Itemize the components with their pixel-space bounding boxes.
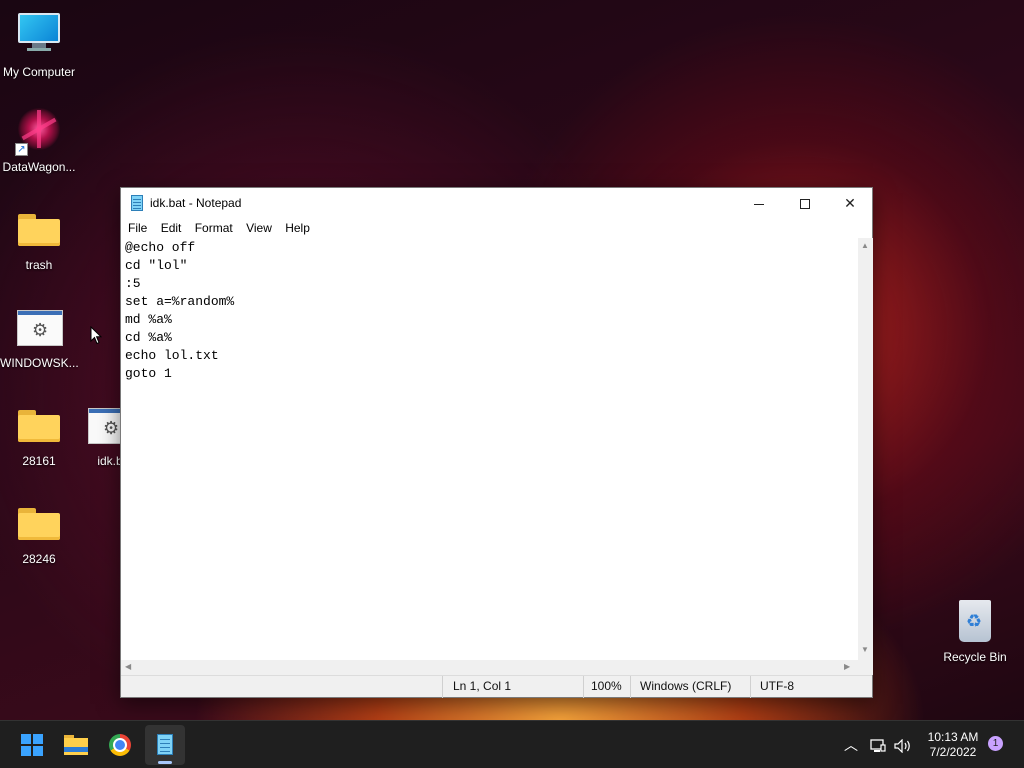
minimize-icon bbox=[754, 203, 764, 205]
title-bar[interactable]: idk.bat - Notepad ✕ bbox=[121, 188, 872, 218]
desktop-icon-folder-28246[interactable]: 28246 bbox=[0, 500, 78, 566]
chrome-icon bbox=[109, 734, 131, 756]
mouse-cursor-icon bbox=[90, 326, 102, 345]
chevron-up-icon: ︿ bbox=[844, 737, 858, 753]
scroll-left-icon[interactable]: ◀ bbox=[125, 662, 131, 672]
folder-icon bbox=[15, 500, 63, 548]
scroll-right-icon[interactable]: ▶ bbox=[844, 662, 850, 672]
horizontal-scrollbar[interactable]: ◀ ▶ bbox=[121, 660, 858, 675]
taskbar: ︿ 10:13 AM 7/2/2022 bbox=[0, 720, 1024, 768]
scrollbar-corner bbox=[858, 660, 873, 675]
desktop-icon-label: DataWagon... bbox=[2, 160, 76, 174]
desktop-icon-label: Recycle Bin bbox=[943, 650, 1007, 664]
notification-badge[interactable]: 1 bbox=[988, 736, 1003, 751]
scroll-down-icon[interactable]: ▼ bbox=[861, 645, 869, 655]
window-title: idk.bat - Notepad bbox=[150, 196, 242, 210]
minimize-button[interactable] bbox=[736, 188, 782, 218]
show-hidden-icons-button[interactable]: ︿ bbox=[840, 721, 862, 768]
desktop-icon-my-computer[interactable]: My Computer bbox=[0, 10, 78, 79]
desktop-icon-label: WINDOWSK... bbox=[0, 356, 78, 370]
menu-help[interactable]: Help bbox=[280, 218, 315, 235]
file-explorer-icon bbox=[64, 735, 88, 755]
volume-icon bbox=[894, 738, 910, 754]
desktop-icon-trash-folder[interactable]: trash bbox=[0, 206, 78, 272]
vertical-scrollbar[interactable]: ▲ ▼ bbox=[858, 238, 873, 660]
clock-date: 7/2/2022 bbox=[929, 745, 977, 759]
network-icon bbox=[870, 739, 886, 753]
desktop-icon-label: 28246 bbox=[22, 552, 56, 566]
start-button[interactable] bbox=[12, 725, 52, 765]
desktop-icon-label: 28161 bbox=[22, 454, 56, 468]
network-button[interactable] bbox=[867, 721, 889, 768]
status-line-ending: Windows (CRLF) bbox=[630, 676, 750, 698]
datawagon-app-icon: ↗ bbox=[15, 108, 63, 156]
notepad-icon bbox=[131, 195, 143, 211]
desktop-icon-label: trash bbox=[25, 258, 53, 272]
menu-format[interactable]: Format bbox=[190, 218, 238, 235]
maximize-button[interactable] bbox=[782, 188, 828, 218]
folder-icon bbox=[15, 206, 63, 254]
desktop-icon-windowsk[interactable]: ⚙ WINDOWSK... bbox=[0, 304, 78, 370]
active-indicator bbox=[158, 761, 172, 764]
chrome-button[interactable] bbox=[100, 725, 140, 765]
file-explorer-button[interactable] bbox=[56, 725, 96, 765]
status-zoom: 100% bbox=[583, 676, 630, 698]
maximize-icon bbox=[800, 199, 810, 210]
status-encoding: UTF-8 bbox=[750, 676, 872, 698]
recycle-bin-icon: ♻ bbox=[951, 598, 999, 646]
editor-content[interactable]: @echo off cd "lol" :5 set a=%random% md … bbox=[121, 238, 858, 384]
status-bar: Ln 1, Col 1 100% Windows (CRLF) UTF-8 bbox=[121, 675, 872, 698]
close-button[interactable]: ✕ bbox=[827, 188, 873, 218]
menu-file[interactable]: File bbox=[123, 218, 152, 235]
menu-bar: File Edit Format View Help bbox=[121, 218, 872, 238]
close-icon: ✕ bbox=[844, 195, 856, 211]
folder-icon bbox=[15, 402, 63, 450]
notepad-taskbar-button[interactable] bbox=[145, 725, 185, 765]
clock[interactable]: 10:13 AM 7/2/2022 bbox=[918, 730, 988, 760]
shortcut-arrow-icon: ↗ bbox=[15, 143, 28, 156]
batch-file-icon: ⚙ bbox=[15, 304, 63, 352]
status-cursor-position: Ln 1, Col 1 bbox=[442, 676, 583, 698]
text-editor-area[interactable]: @echo off cd "lol" :5 set a=%random% md … bbox=[121, 238, 858, 660]
menu-view[interactable]: View bbox=[241, 218, 277, 235]
desktop-icon-label: My Computer bbox=[2, 65, 76, 79]
desktop-icon-folder-28161[interactable]: 28161 bbox=[0, 402, 78, 468]
clock-time: 10:13 AM bbox=[927, 730, 979, 744]
menu-edit[interactable]: Edit bbox=[156, 218, 187, 235]
desktop-icon-datawagon[interactable]: ↗ DataWagon... bbox=[0, 108, 78, 174]
windows-logo-icon bbox=[21, 734, 43, 756]
volume-button[interactable] bbox=[892, 721, 914, 768]
notepad-icon bbox=[157, 734, 173, 755]
desktop-icon-recycle-bin[interactable]: ♻ Recycle Bin bbox=[936, 598, 1014, 664]
computer-icon bbox=[15, 13, 63, 61]
scroll-up-icon[interactable]: ▲ bbox=[861, 241, 869, 251]
notepad-window: idk.bat - Notepad ✕ File Edit Format Vie… bbox=[120, 187, 873, 698]
